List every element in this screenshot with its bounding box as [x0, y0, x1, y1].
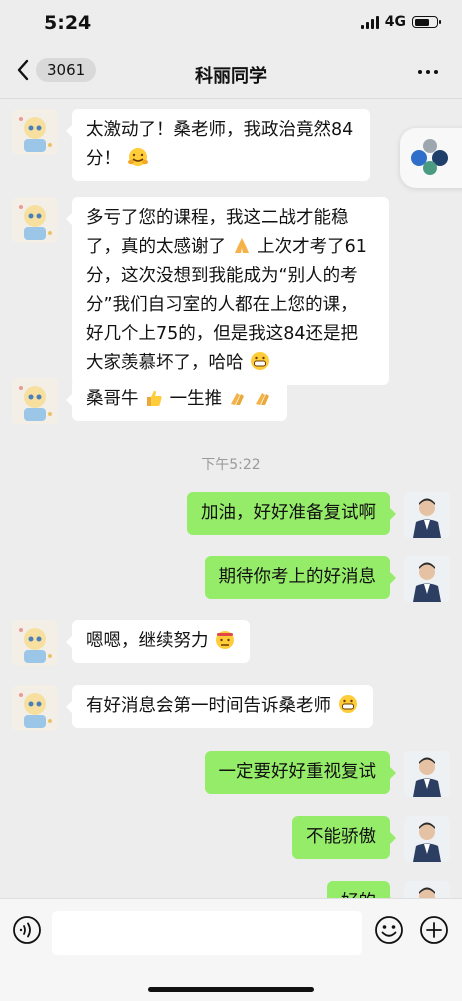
home-indicator — [148, 987, 314, 992]
message-bubble[interactable]: 有好消息会第一时间告诉桑老师 — [66, 685, 373, 728]
status-time: 5:24 — [44, 12, 92, 34]
battery-icon — [412, 16, 441, 28]
more-button[interactable] — [418, 70, 438, 74]
add-icon[interactable] — [419, 915, 449, 945]
clapping-hands-icon — [256, 393, 270, 405]
message-received: 太激动了！桑老师，我政治竟然84分！ — [12, 109, 370, 181]
message-received: 桑哥牛 一生推 — [12, 378, 288, 424]
message-bubble[interactable]: 好的 — [327, 881, 396, 898]
floating-window-button[interactable] — [400, 128, 462, 188]
emoji-icon[interactable] — [374, 915, 404, 945]
thumbs-up-icon — [147, 390, 162, 406]
message-sent: 加油，好好准备复试啊 — [187, 492, 450, 538]
message-sent: 好的 — [327, 881, 450, 898]
voice-icon[interactable] — [12, 915, 42, 945]
message-bubble[interactable]: 期待你考上的好消息 — [204, 556, 396, 599]
message-bubble[interactable]: 桑哥牛 一生推 — [65, 378, 288, 421]
message-bubble[interactable]: 嗯嗯，继续努力 — [65, 620, 251, 663]
determined-face-icon — [216, 631, 235, 649]
my-avatar[interactable] — [404, 881, 450, 898]
nav-bar: 3061 科丽同学 — [0, 48, 462, 99]
status-bar: 5:24 4G — [0, 0, 462, 48]
message-received: 嗯嗯，继续努力 — [12, 620, 251, 666]
contact-avatar[interactable] — [12, 197, 58, 243]
status-indicators: 4G — [360, 14, 441, 30]
message-bubble[interactable]: 多亏了您的课程，我这二战才能稳了，真的太感谢了 上次才考了61分，这次没想到我能… — [66, 197, 389, 385]
chat-area[interactable]: 太激动了！桑老师，我政治竟然84分！ 多亏了您的课程，我这二战才能稳了，真的太感… — [0, 99, 462, 898]
contact-avatar[interactable] — [12, 685, 58, 731]
message-sent: 期待你考上的好消息 — [204, 556, 450, 602]
message-received: 有好消息会第一时间告诉桑老师 — [12, 685, 373, 731]
contact-avatar[interactable] — [12, 620, 58, 666]
grinning-face-icon — [338, 695, 357, 713]
message-bubble[interactable]: 太激动了！桑老师，我政治竟然84分！ — [66, 109, 370, 181]
contact-avatar[interactable] — [12, 378, 58, 424]
message-bubble[interactable]: 不能骄傲 — [292, 816, 396, 859]
network-type: 4G — [384, 14, 406, 30]
message-received: 多亏了您的课程，我这二战才能稳了，真的太感谢了 上次才考了61分，这次没想到我能… — [12, 197, 389, 385]
my-avatar[interactable] — [404, 556, 450, 602]
my-avatar[interactable] — [404, 816, 450, 862]
message-input[interactable] — [52, 911, 362, 955]
mini-program-float-icon — [411, 139, 448, 175]
message-timestamp: 下午5:22 — [201, 457, 261, 473]
message-bubble[interactable]: 加油，好好准备复试啊 — [187, 492, 396, 535]
my-avatar[interactable] — [404, 751, 450, 797]
clapping-hands-icon — [230, 393, 244, 405]
message-sent: 一定要好好重视复试 — [204, 751, 450, 797]
chat-title: 科丽同学 — [195, 66, 267, 87]
hugging-face-icon — [127, 148, 148, 166]
my-avatar[interactable] — [404, 492, 450, 538]
contact-avatar[interactable] — [12, 109, 58, 155]
input-bar — [0, 898, 462, 1001]
message-bubble[interactable]: 一定要好好重视复试 — [204, 751, 396, 794]
folded-hands-icon — [234, 238, 249, 253]
cellular-signal-icon — [360, 15, 379, 29]
grinning-face-icon — [251, 352, 270, 370]
message-sent: 不能骄傲 — [292, 816, 450, 862]
